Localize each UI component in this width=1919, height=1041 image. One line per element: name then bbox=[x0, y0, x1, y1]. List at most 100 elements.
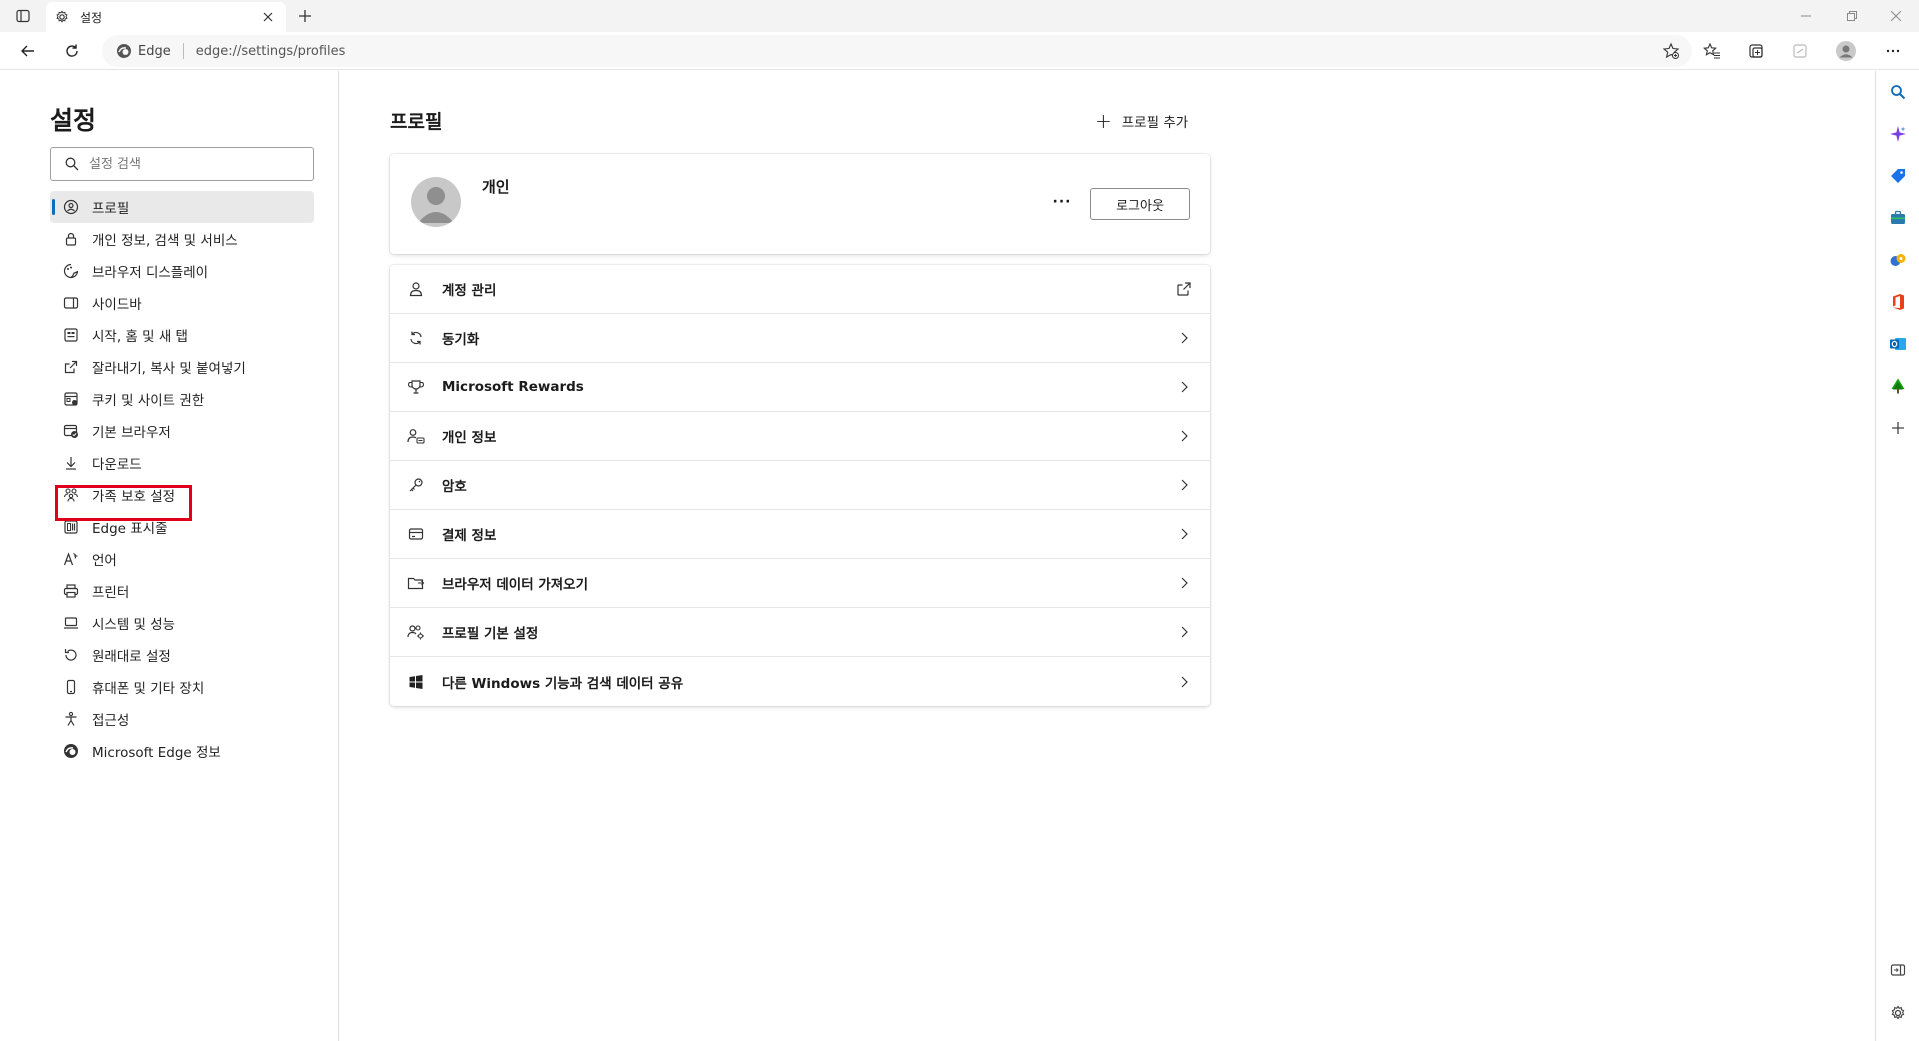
nav-item-label: 프로필 bbox=[92, 201, 130, 217]
nav-item-appearance[interactable]: 브라우저 디스플레이 bbox=[50, 255, 314, 287]
nav-item-label: 시스템 및 성능 bbox=[92, 617, 176, 633]
nav-item-phone[interactable]: 휴대폰 및 기타 장치 bbox=[50, 671, 314, 703]
nav-item-label: 사이드바 bbox=[92, 297, 142, 313]
minimize-button[interactable] bbox=[1783, 0, 1829, 32]
edge-logo-icon bbox=[116, 43, 132, 59]
address-bar[interactable]: Edge edge://settings/profiles bbox=[102, 35, 1692, 67]
row-label: 동기화 bbox=[442, 332, 480, 348]
add-profile-button[interactable]: + 프로필 추가 bbox=[1095, 109, 1188, 133]
nav-item-reset[interactable]: 원래대로 설정 bbox=[50, 639, 314, 671]
key-icon bbox=[406, 475, 426, 495]
close-icon bbox=[1891, 11, 1901, 21]
tab-actions-icon bbox=[16, 9, 30, 23]
person-icon bbox=[406, 279, 426, 299]
nav-item-printers[interactable]: 프린터 bbox=[50, 575, 314, 607]
plus-icon bbox=[299, 10, 311, 22]
nav-item-sidebar[interactable]: 사이드바 bbox=[50, 287, 314, 319]
card-icon bbox=[406, 524, 426, 544]
settings-sidebar: 설정 프로필 개인 정보, 검색 및 서비스 브라우저 디스플레이 사이드바 시… bbox=[0, 71, 339, 1041]
tab-actions-button[interactable] bbox=[10, 4, 36, 28]
avatar-icon bbox=[1836, 41, 1856, 61]
language-icon bbox=[62, 550, 80, 568]
sidebar-search-icon[interactable] bbox=[1886, 80, 1910, 104]
refresh-button[interactable] bbox=[56, 37, 88, 65]
accessibility-icon bbox=[62, 710, 80, 728]
settings-content: 프로필 + 프로필 추가 개인 ··· 로그아웃 계정 관리 동기화 Micro… bbox=[340, 71, 1875, 1041]
new-tab-button[interactable] bbox=[292, 4, 318, 28]
reset-icon bbox=[62, 646, 80, 664]
tools-briefcase-icon[interactable] bbox=[1886, 206, 1910, 230]
person-info-icon bbox=[406, 426, 426, 446]
favorites-button[interactable] bbox=[1696, 37, 1728, 65]
nav-item-default-browser[interactable]: 기본 브라우저 bbox=[50, 415, 314, 447]
nav-item-cookies[interactable]: 쿠키 및 사이트 권한 bbox=[50, 383, 314, 415]
trophy-icon bbox=[406, 377, 426, 397]
row-windows-data-sharing[interactable]: 다른 Windows 기능과 검색 데이터 공유 bbox=[390, 657, 1210, 706]
minimize-icon bbox=[1801, 15, 1811, 17]
nav-item-privacy[interactable]: 개인 정보, 검색 및 서비스 bbox=[50, 223, 314, 255]
nav-item-downloads[interactable]: 다운로드 bbox=[50, 447, 314, 479]
restore-button[interactable] bbox=[1829, 0, 1875, 32]
chevron-right-icon bbox=[1174, 426, 1194, 446]
more-horizontal-icon bbox=[1886, 49, 1900, 53]
people-settings-icon bbox=[406, 622, 426, 642]
import-icon bbox=[406, 573, 426, 593]
disabled-extension-button[interactable] bbox=[1784, 37, 1816, 65]
nav-item-profiles[interactable]: 프로필 bbox=[50, 191, 314, 223]
games-icon[interactable] bbox=[1886, 248, 1910, 272]
appearance-icon bbox=[62, 262, 80, 280]
hide-sidebar-icon[interactable] bbox=[1886, 958, 1910, 982]
nav-item-about-edge[interactable]: Microsoft Edge 정보 bbox=[50, 735, 314, 767]
profile-card: 개인 ··· 로그아웃 bbox=[390, 154, 1210, 254]
nav-item-start-home[interactable]: 시작, 홈 및 새 탭 bbox=[50, 319, 314, 351]
outlook-icon[interactable] bbox=[1886, 332, 1910, 356]
row-label: 브라우저 데이터 가져오기 bbox=[442, 577, 589, 593]
tree-icon[interactable] bbox=[1886, 374, 1910, 398]
nav-item-languages[interactable]: 언어 bbox=[50, 543, 314, 575]
page-title: 프로필 bbox=[390, 111, 443, 133]
tab-settings[interactable]: 설정 bbox=[46, 2, 286, 32]
nav-item-label: 언어 bbox=[92, 553, 117, 569]
profile-icon bbox=[62, 198, 80, 216]
nav-item-accessibility[interactable]: 접근성 bbox=[50, 703, 314, 735]
nav-item-label: 개인 정보, 검색 및 서비스 bbox=[92, 233, 238, 249]
nav-item-label: 브라우저 디스플레이 bbox=[92, 265, 209, 281]
profile-button[interactable] bbox=[1830, 37, 1862, 65]
row-payment-info[interactable]: 결제 정보 bbox=[390, 510, 1210, 559]
row-profile-preferences[interactable]: 프로필 기본 설정 bbox=[390, 608, 1210, 657]
add-sidebar-app-icon[interactable] bbox=[1886, 416, 1910, 440]
back-button[interactable] bbox=[12, 37, 44, 65]
chevron-right-icon bbox=[1174, 377, 1194, 397]
settings-search[interactable] bbox=[50, 147, 314, 181]
laptop-icon bbox=[62, 614, 80, 632]
office-icon[interactable] bbox=[1886, 290, 1910, 314]
close-tab-icon[interactable] bbox=[258, 7, 278, 27]
close-window-button[interactable] bbox=[1873, 0, 1919, 32]
row-passwords[interactable]: 암호 bbox=[390, 461, 1210, 510]
row-sync[interactable]: 동기화 bbox=[390, 314, 1210, 363]
add-favorite-icon[interactable] bbox=[1660, 41, 1682, 61]
shopping-tag-icon[interactable] bbox=[1886, 164, 1910, 188]
sidebar-settings-icon[interactable] bbox=[1886, 1001, 1910, 1025]
row-label: 프로필 기본 설정 bbox=[442, 626, 539, 642]
collections-button[interactable] bbox=[1740, 37, 1772, 65]
row-personal-info[interactable]: 개인 정보 bbox=[390, 412, 1210, 461]
nav-item-label: 원래대로 설정 bbox=[92, 649, 171, 665]
sidebar-icon bbox=[62, 294, 80, 312]
url-text[interactable]: edge://settings/profiles bbox=[196, 44, 346, 59]
row-manage-account[interactable]: 계정 관리 bbox=[390, 265, 1210, 314]
favorites-icon bbox=[1703, 42, 1720, 59]
nav-item-share-copy-paste[interactable]: 잘라내기, 복사 및 붙여넣기 bbox=[50, 351, 314, 383]
add-profile-label: 프로필 추가 bbox=[1121, 115, 1189, 131]
row-label: 계정 관리 bbox=[442, 283, 497, 299]
row-label: Microsoft Rewards bbox=[442, 379, 584, 395]
search-input[interactable] bbox=[89, 156, 289, 172]
profile-more-button[interactable]: ··· bbox=[1048, 192, 1076, 212]
chevron-right-icon bbox=[1174, 573, 1194, 593]
logout-button[interactable]: 로그아웃 bbox=[1090, 188, 1190, 220]
nav-item-system[interactable]: 시스템 및 성능 bbox=[50, 607, 314, 639]
settings-more-button[interactable] bbox=[1877, 37, 1909, 65]
row-microsoft-rewards[interactable]: Microsoft Rewards bbox=[390, 363, 1210, 412]
copilot-icon[interactable] bbox=[1886, 122, 1910, 146]
row-import-browser-data[interactable]: 브라우저 데이터 가져오기 bbox=[390, 559, 1210, 608]
